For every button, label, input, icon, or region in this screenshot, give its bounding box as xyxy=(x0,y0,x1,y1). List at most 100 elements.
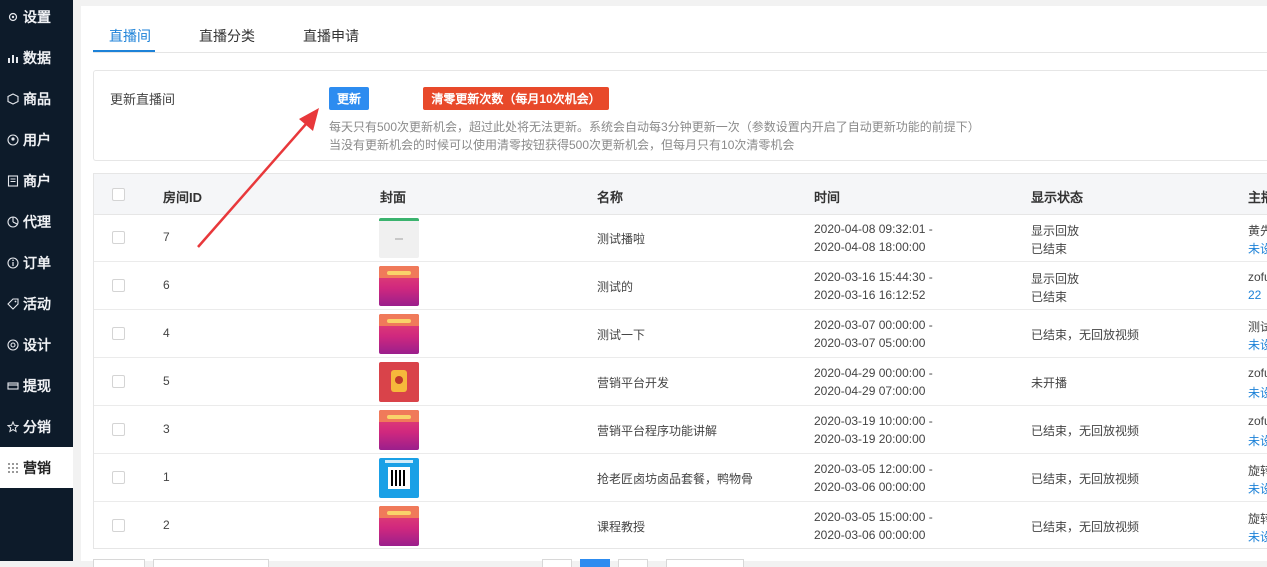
room-name: 营销平台程序功能讲解 xyxy=(597,424,718,438)
room-id: 3 xyxy=(163,422,170,436)
room-anchor-line-2[interactable]: 未设 xyxy=(1248,384,1267,401)
sidebar-item-label: 代理 xyxy=(23,213,51,230)
update-note-2: 当没有更新机会的时候可以使用清零按钮获得500次更新机会，但每月只有10次清零机… xyxy=(329,138,795,152)
room-time-line-2: 2020-03-06 00:00:00 xyxy=(814,480,926,494)
room-anchor-line-2[interactable]: 未设 xyxy=(1248,432,1267,449)
row-checkbox[interactable] xyxy=(112,375,125,388)
sidebar-item-activities[interactable]: 活动 xyxy=(0,283,73,324)
sidebar-item-products[interactable]: 商品 xyxy=(0,78,73,119)
room-id: 7 xyxy=(163,230,170,244)
header-name: 名称 xyxy=(597,190,624,205)
room-time-line-1: 2020-03-19 10:00:00 - xyxy=(814,414,933,428)
sidebar-item-orders[interactable]: 订单 xyxy=(0,242,73,283)
room-id: 5 xyxy=(163,374,170,388)
pie-icon xyxy=(6,215,19,228)
clear-count-button[interactable]: 清零更新次数（每月10次机会） xyxy=(423,87,609,110)
header-anchor: 主播 xyxy=(1248,190,1267,205)
grid-icon xyxy=(6,461,19,474)
sidebar-item-data[interactable]: 数据 xyxy=(0,37,73,78)
room-status-line-1: 显示回放 xyxy=(1031,224,1080,238)
room-anchor-line-1: 旋转 xyxy=(1248,464,1267,478)
sidebar-item-merchants[interactable]: 商户 xyxy=(0,160,73,201)
room-time-line-1: 2020-03-07 00:00:00 - xyxy=(814,318,933,332)
sidebar-item-withdraw[interactable]: 提现 xyxy=(0,365,73,406)
sidebar-item-distribution[interactable]: 分销 xyxy=(0,406,73,447)
room-status-line-1: 已结束，无回放视频 xyxy=(1031,472,1140,486)
sidebar-item-settings[interactable]: 设置 xyxy=(0,0,73,37)
room-status-line-1: 已结束，无回放视频 xyxy=(1031,520,1140,534)
room-time-line-2: 2020-03-19 20:00:00 xyxy=(814,432,926,446)
row-checkbox[interactable] xyxy=(112,279,125,292)
table-row: 7 测试播啦 2020-04-08 09:32:01 - 2020-04-08 18:… xyxy=(94,214,1267,262)
room-anchor-line-1: zofu xyxy=(1248,366,1267,380)
table-row: 1 抢老匠卤坊卤品套餐，鸭物骨 2020-03-05 12:00:00 - 2020-… xyxy=(94,454,1267,502)
sidebar-item-design[interactable]: 设计 xyxy=(0,324,73,365)
pager-page[interactable] xyxy=(618,559,648,567)
update-button[interactable]: 更新 xyxy=(329,87,369,110)
room-anchor-line-1: 旋转 xyxy=(1248,512,1267,526)
update-section: 更新直播间 更新 清零更新次数（每月10次机会） 每天只有500次更新机会，超过… xyxy=(93,70,1267,161)
header-room-id: 房间ID xyxy=(163,190,203,205)
room-name: 抢老匠卤坊卤品套餐，鸭物骨 xyxy=(597,472,754,486)
pager-page-current[interactable] xyxy=(580,559,610,567)
room-status-line-1: 未开播 xyxy=(1031,376,1068,390)
room-time-line-2: 2020-03-07 05:00:00 xyxy=(814,336,926,350)
room-id: 1 xyxy=(163,470,170,484)
sidebar-item-label: 营销 xyxy=(23,459,51,476)
sidebar-item-users[interactable]: 用户 xyxy=(0,119,73,160)
sidebar-item-label: 分销 xyxy=(23,418,51,435)
header-cover: 封面 xyxy=(380,190,407,205)
cover-thumbnail xyxy=(379,506,419,546)
room-anchor-line-2[interactable]: 22 xyxy=(1248,288,1261,302)
table-row: 6 测试的 2020-03-16 15:44:30 - 2020-03-16 16:1… xyxy=(94,262,1267,310)
sidebar-item-label: 活动 xyxy=(23,295,51,312)
room-status-line-1: 已结束，无回放视频 xyxy=(1031,424,1140,438)
cover-thumbnail xyxy=(379,362,419,402)
tab-live-categories[interactable]: 直播分类 xyxy=(199,26,255,46)
room-status-line-1: 显示回放 xyxy=(1031,272,1080,286)
sidebar-item-label: 提现 xyxy=(23,377,51,394)
room-anchor-line-2[interactable]: 未设 xyxy=(1248,528,1267,545)
cover-thumbnail xyxy=(379,266,419,306)
pager-size-select[interactable] xyxy=(153,559,269,567)
room-anchor-line-1: zofu xyxy=(1248,414,1267,428)
room-time-line-2: 2020-03-06 00:00:00 xyxy=(814,528,926,542)
bar-chart-icon xyxy=(6,51,19,64)
user-icon xyxy=(6,133,19,146)
row-checkbox[interactable] xyxy=(112,471,125,484)
row-checkbox[interactable] xyxy=(112,423,125,436)
room-time-line-2: 2020-04-29 07:00:00 xyxy=(814,384,926,398)
header-time: 时间 xyxy=(814,190,841,205)
room-anchor-line-2[interactable]: 未设 xyxy=(1248,336,1267,353)
sidebar-item-marketing[interactable]: 营销 xyxy=(0,447,73,488)
sidebar-item-label: 商品 xyxy=(23,90,51,107)
sidebar-item-label: 用户 xyxy=(23,131,51,148)
document-icon xyxy=(6,174,19,187)
cover-thumbnail xyxy=(379,410,419,450)
sidebar-item-label: 商户 xyxy=(23,172,51,189)
row-checkbox[interactable] xyxy=(112,327,125,340)
room-name: 营销平台开发 xyxy=(597,376,670,390)
pager-prev[interactable] xyxy=(93,559,145,567)
card-icon xyxy=(6,379,19,392)
pager-jump[interactable] xyxy=(666,559,744,567)
table-header: 房间ID 封面 名称 时间 显示状态 主播 xyxy=(94,174,1267,215)
pager-page[interactable] xyxy=(542,559,572,567)
room-anchor-line-2[interactable]: 未设 xyxy=(1248,240,1267,257)
cover-thumbnail xyxy=(379,458,419,498)
room-anchor-line-1: 测试 xyxy=(1248,320,1267,334)
room-id: 6 xyxy=(163,278,170,292)
table-row: 5 营销平台开发 2020-04-29 00:00:00 - 2020-04-29 0… xyxy=(94,358,1267,406)
row-checkbox[interactable] xyxy=(112,231,125,244)
tab-live-rooms[interactable]: 直播间 xyxy=(109,26,151,46)
room-status-line-1: 已结束，无回放视频 xyxy=(1031,328,1140,342)
table-row: 4 测试一下 2020-03-07 00:00:00 - 2020-03-07 05:… xyxy=(94,310,1267,358)
row-checkbox[interactable] xyxy=(112,519,125,532)
room-time-line-1: 2020-03-16 15:44:30 - xyxy=(814,270,933,284)
sidebar-item-agents[interactable]: 代理 xyxy=(0,201,73,242)
star-icon xyxy=(6,420,19,433)
room-anchor-line-2[interactable]: 未设 xyxy=(1248,480,1267,497)
select-all-checkbox[interactable] xyxy=(112,188,125,201)
cover-thumbnail xyxy=(379,218,419,258)
tab-live-applications[interactable]: 直播申请 xyxy=(303,26,359,46)
